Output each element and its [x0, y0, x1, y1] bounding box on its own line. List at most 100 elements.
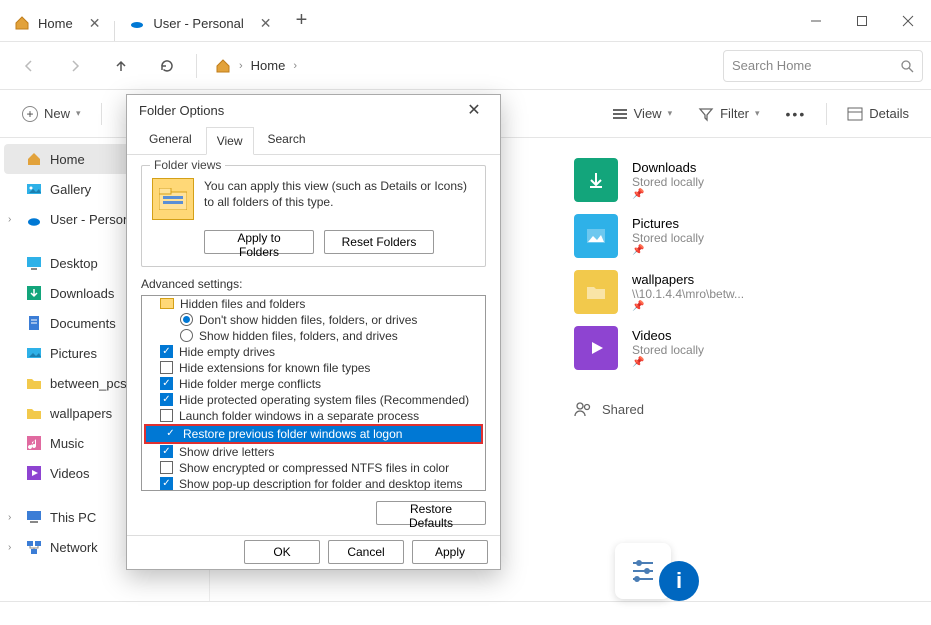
content-item[interactable]: wallpapers\\10.1.4.4\mro\betw...📌: [574, 270, 907, 314]
group-header-shared[interactable]: Shared: [574, 400, 907, 418]
new-tab-button[interactable]: +: [285, 5, 317, 37]
item-name: Downloads: [632, 160, 704, 175]
folder-icon: [160, 298, 174, 309]
tree-item-label: Hide protected operating system files (R…: [179, 393, 469, 407]
back-button[interactable]: [8, 48, 50, 84]
checkbox[interactable]: ✓: [160, 345, 173, 358]
filter-button[interactable]: Filter ▾: [688, 98, 769, 130]
up-button[interactable]: [100, 48, 142, 84]
tree-item-label: Show pop-up description for folder and d…: [179, 477, 463, 491]
radio[interactable]: [180, 329, 193, 342]
checkbox[interactable]: [160, 409, 173, 422]
tab-label: Home: [38, 16, 73, 31]
tree-item[interactable]: Show encrypted or compressed NTFS files …: [142, 460, 485, 476]
breadcrumb[interactable]: › Home ›: [205, 58, 307, 74]
close-button[interactable]: [885, 0, 931, 42]
advanced-settings-tree[interactable]: Hidden files and foldersDon't show hidde…: [141, 295, 486, 491]
maximize-button[interactable]: [839, 0, 885, 42]
search-input[interactable]: Search Home: [723, 50, 923, 82]
chevron-right-icon: ›: [293, 60, 297, 72]
cancel-button[interactable]: Cancel: [328, 540, 404, 564]
sidebar-item-label: between_pcs: [50, 376, 127, 391]
dialog-close-button[interactable]: ✕: [460, 96, 488, 124]
item-sub: Stored locally: [632, 231, 704, 245]
checkbox[interactable]: ✓: [160, 477, 173, 490]
chevron-down-icon: ▾: [668, 108, 673, 119]
view-icon: [612, 106, 628, 122]
tree-item[interactable]: ✓ Hide empty drives: [142, 344, 485, 360]
content-item[interactable]: DownloadsStored locally📌: [574, 158, 907, 202]
reset-folders-button[interactable]: Reset Folders: [324, 230, 434, 254]
tree-item[interactable]: ✓ Hide protected operating system files (…: [142, 392, 485, 408]
more-button[interactable]: •••: [776, 98, 817, 130]
advanced-settings-label: Advanced settings:: [141, 277, 486, 291]
item-icon: [574, 270, 618, 314]
checkbox[interactable]: ✓: [160, 377, 173, 390]
checkbox[interactable]: ✓: [160, 445, 173, 458]
new-button[interactable]: + New ▾: [12, 98, 91, 130]
refresh-button[interactable]: [146, 48, 188, 84]
tree-item-label: Hide folder merge conflicts: [179, 377, 321, 391]
tree-item-label: Hide extensions for known file types: [179, 361, 370, 375]
folder-views-icon: [152, 178, 194, 220]
folder-views-group: Folder views You can apply this view (su…: [141, 165, 486, 267]
tree-item[interactable]: ✓ Hide folder merge conflicts: [142, 376, 485, 392]
search-icon: [900, 59, 914, 73]
tree-item[interactable]: Don't show hidden files, folders, or dri…: [142, 312, 485, 328]
dialog-tab[interactable]: Search: [258, 126, 316, 154]
apply-to-folders-button[interactable]: Apply to Folders: [204, 230, 314, 254]
tree-item[interactable]: ✓ Show pop-up description for folder and …: [142, 476, 485, 491]
checkbox[interactable]: ✓: [164, 427, 177, 440]
tab[interactable]: Home ✕: [0, 5, 114, 41]
videos-icon: [26, 465, 42, 481]
ok-button[interactable]: OK: [244, 540, 320, 564]
content-item[interactable]: PicturesStored locally📌: [574, 214, 907, 258]
chevron-right-icon: ›: [8, 542, 11, 553]
tree-item[interactable]: ✓Restore previous folder windows at logo…: [146, 426, 481, 442]
titlebar: Home ✕ User - Personal ✕ +: [0, 0, 931, 42]
pin-icon: 📌: [632, 189, 704, 200]
tree-item-label: Show encrypted or compressed NTFS files …: [179, 461, 449, 475]
minimize-button[interactable]: [793, 0, 839, 42]
forward-button[interactable]: [54, 48, 96, 84]
sidebar-item-label: Videos: [50, 466, 90, 481]
tree-item[interactable]: Launch folder windows in a separate proc…: [142, 408, 485, 424]
tree-item[interactable]: Hidden files and folders: [142, 296, 485, 312]
view-button[interactable]: View ▾: [602, 98, 682, 130]
dialog-body: Folder views You can apply this view (su…: [127, 155, 500, 535]
apply-button[interactable]: Apply: [412, 540, 488, 564]
radio[interactable]: [180, 313, 193, 326]
details-button[interactable]: Details: [837, 98, 919, 130]
tree-item[interactable]: ✓Show drive letters: [142, 444, 485, 460]
tab-icon: [14, 15, 30, 31]
search-placeholder: Search Home: [732, 58, 811, 73]
checkbox[interactable]: [160, 461, 173, 474]
window-controls: [793, 0, 931, 42]
dialog-tab[interactable]: General: [139, 126, 202, 154]
checkbox[interactable]: ✓: [160, 393, 173, 406]
content-item[interactable]: VideosStored locally📌: [574, 326, 907, 370]
checkbox[interactable]: [160, 361, 173, 374]
item-sub: Stored locally: [632, 175, 704, 189]
pin-icon: 📌: [632, 357, 704, 368]
sidebar-item-label: Home: [50, 152, 85, 167]
chevron-down-icon: ▾: [755, 108, 760, 119]
sidebar-item-label: Network: [50, 540, 98, 555]
network-icon: [26, 539, 42, 555]
tree-item-label: Show hidden files, folders, and drives: [199, 329, 398, 343]
tab[interactable]: User - Personal ✕: [115, 5, 285, 41]
tab-label: User - Personal: [153, 16, 243, 31]
home-icon: [215, 58, 231, 74]
info-widget[interactable]: i: [659, 561, 699, 601]
tree-item[interactable]: Show hidden files, folders, and drives: [142, 328, 485, 344]
tree-item[interactable]: Hide extensions for known file types: [142, 360, 485, 376]
folder-options-dialog: Folder Options ✕ GeneralViewSearch Folde…: [126, 94, 501, 570]
close-icon[interactable]: ✕: [89, 15, 101, 32]
tree-item-label: Hide empty drives: [179, 345, 275, 359]
close-icon[interactable]: ✕: [260, 15, 272, 32]
desktop-icon: [26, 255, 42, 271]
restore-defaults-button[interactable]: Restore Defaults: [376, 501, 486, 525]
details-icon: [847, 106, 863, 122]
gallery-icon: [26, 181, 42, 197]
dialog-tab[interactable]: View: [206, 127, 254, 155]
